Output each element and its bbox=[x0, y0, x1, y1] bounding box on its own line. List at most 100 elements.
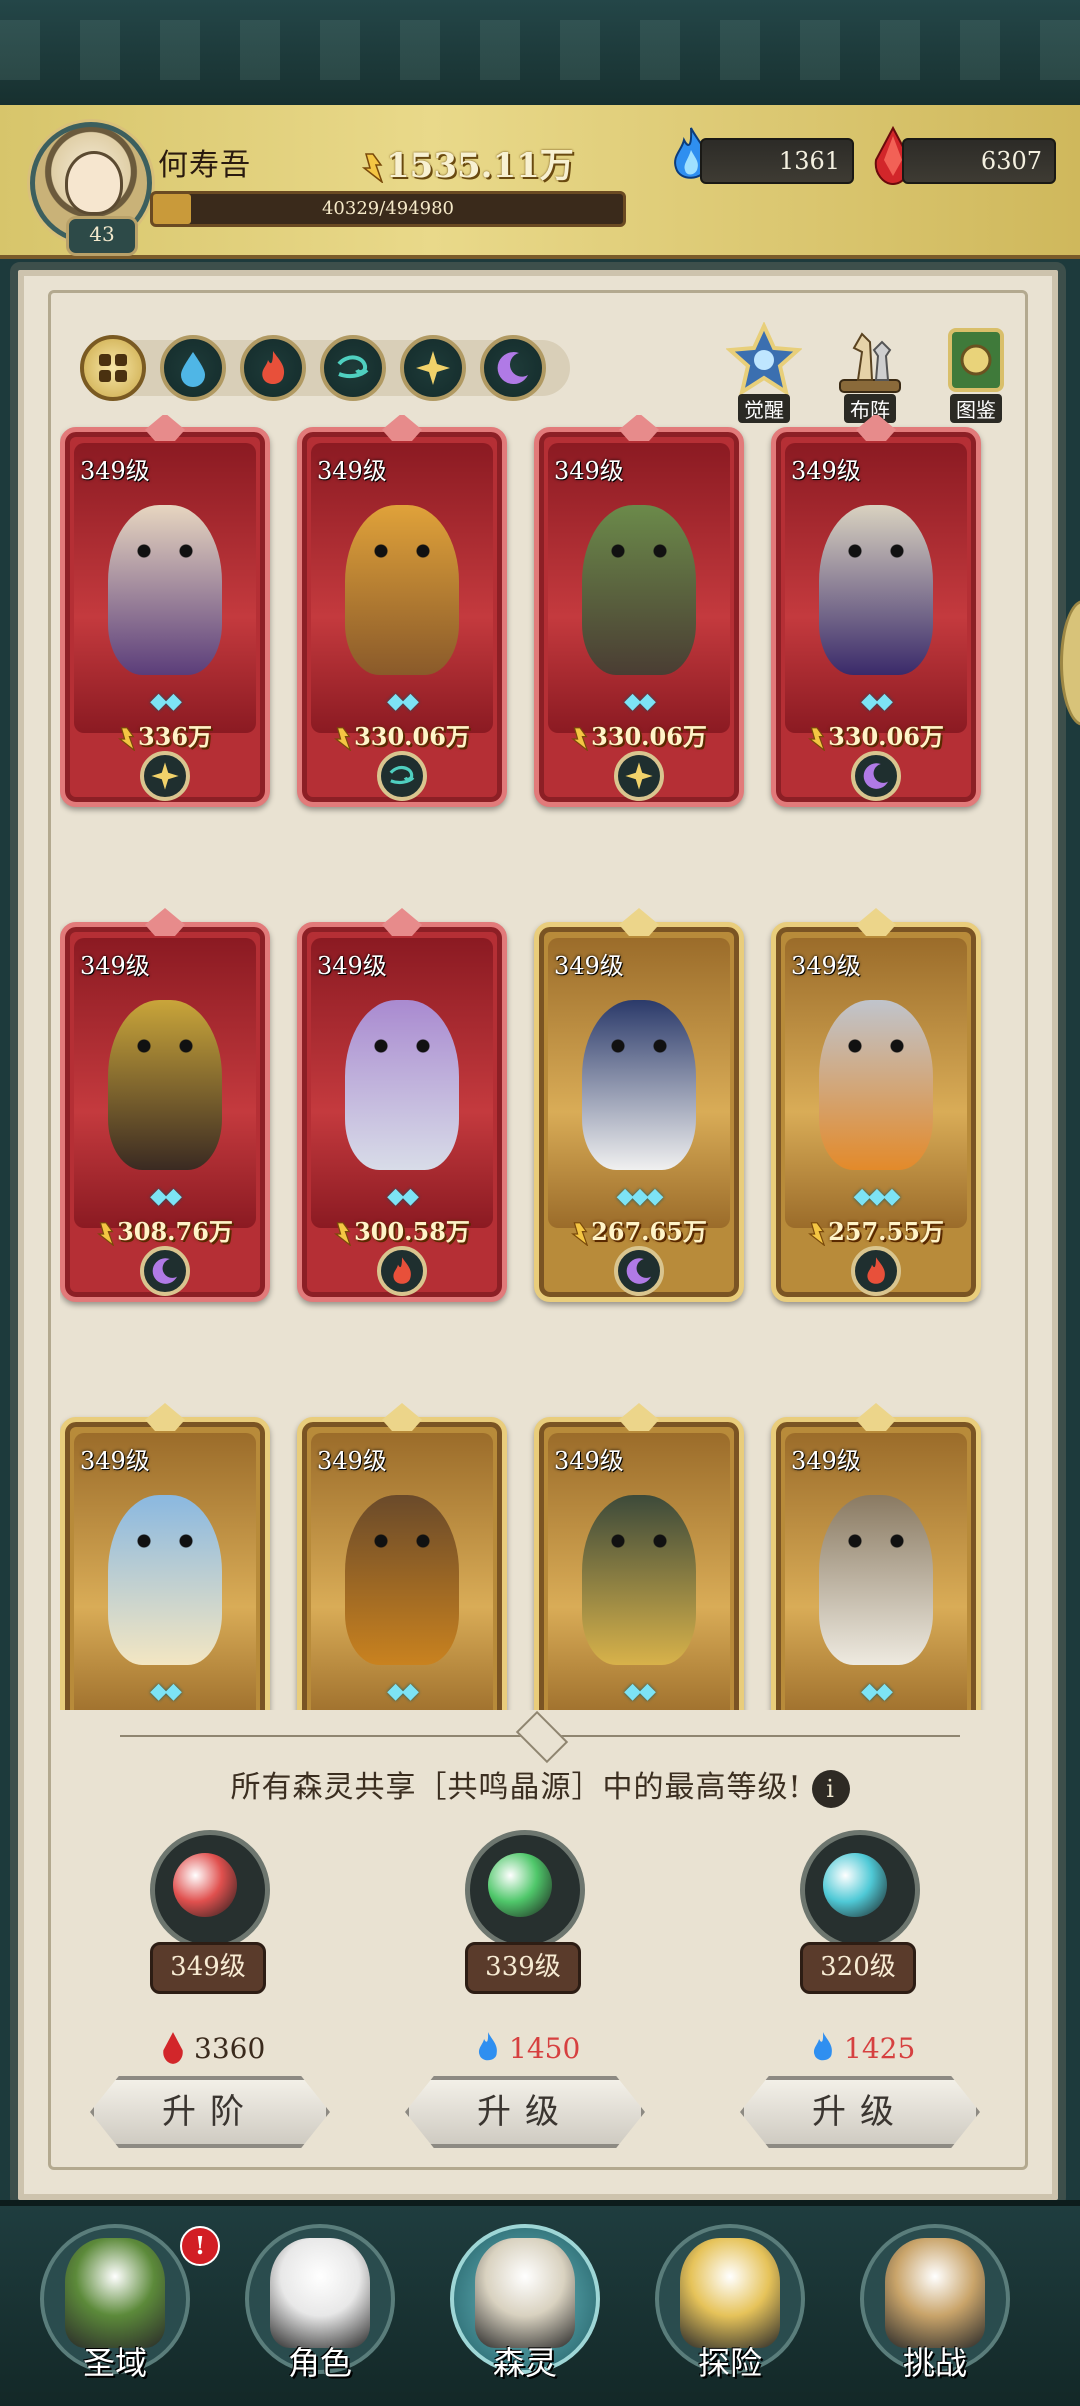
card-power-value: 300.58万 bbox=[354, 1217, 470, 1246]
upgrade-cost: 3360 bbox=[160, 2030, 265, 2066]
xp-bar: 40329/494980 bbox=[150, 191, 626, 227]
card-level: 349级 bbox=[317, 952, 387, 980]
wind-swirl-icon bbox=[333, 348, 373, 388]
nav-label: 角色 bbox=[287, 2344, 352, 2382]
nav-icon bbox=[680, 2238, 780, 2348]
card-star-gems: ◆◆ bbox=[861, 1679, 893, 1704]
upgrade-button[interactable]: 升级 bbox=[405, 2076, 645, 2148]
light-star-icon bbox=[413, 348, 453, 388]
nav-explore[interactable]: 探险 bbox=[635, 2218, 825, 2388]
card-power: 330.06万 bbox=[534, 717, 744, 752]
crystal-level: 320级 bbox=[800, 1942, 916, 1994]
card-power: 336万 bbox=[60, 717, 270, 752]
filter-tab-water[interactable] bbox=[160, 335, 226, 401]
player-level-badge: 43 bbox=[66, 216, 138, 256]
card-star-gems: ◆◆◆ bbox=[616, 1184, 664, 1209]
spirit-figure bbox=[345, 1495, 459, 1665]
gold-icon bbox=[571, 1221, 589, 1247]
card-level: 349级 bbox=[554, 457, 624, 485]
card-power-value: 330.06万 bbox=[828, 722, 944, 751]
gold-amount: 1535.11万 bbox=[386, 146, 574, 186]
light-star-icon bbox=[149, 760, 181, 792]
gold-icon bbox=[117, 726, 136, 752]
info-icon[interactable]: i bbox=[811, 1770, 850, 1808]
card-element-badge bbox=[851, 751, 901, 801]
ascend-button[interactable]: 升阶 bbox=[90, 2076, 330, 2148]
spirit-figure bbox=[819, 1000, 933, 1170]
gold-display[interactable]: 1535.11万 bbox=[362, 138, 574, 187]
filter-tab-wind[interactable] bbox=[320, 335, 386, 401]
filter-tab-dark[interactable] bbox=[480, 335, 546, 401]
card-power-value: 267.65万 bbox=[591, 1217, 707, 1246]
moon-icon bbox=[860, 760, 892, 792]
crystal-level: 339级 bbox=[465, 1942, 581, 1994]
formation-button[interactable]: 布阵 bbox=[824, 322, 916, 423]
nav-challenge[interactable]: 挑战 bbox=[840, 2218, 1030, 2388]
upgrade-cost-value: 1450 bbox=[509, 2031, 581, 2065]
spirit-figure bbox=[582, 1000, 696, 1170]
card-power-value: 330.06万 bbox=[354, 722, 470, 751]
card-element-badge bbox=[377, 1246, 427, 1296]
card-power-value: 308.76万 bbox=[117, 1217, 233, 1246]
card-star-gems: ◆◆ bbox=[150, 1679, 182, 1704]
card-power: 308.76万 bbox=[60, 1212, 270, 1247]
clover-icon bbox=[93, 348, 133, 388]
water-drop-icon bbox=[173, 348, 213, 388]
resonance-note-text: 所有森灵共享［共鸣晶源］中的最高等级! bbox=[230, 1770, 802, 1805]
awaken-button[interactable]: 觉醒 bbox=[718, 321, 810, 423]
spirit-figure bbox=[582, 505, 696, 675]
card-star-gems: ◆◆ bbox=[150, 1184, 182, 1209]
card-power-value: 336万 bbox=[137, 722, 213, 751]
upgrade-cost-value: 1425 bbox=[844, 2031, 916, 2065]
gold-icon bbox=[334, 1221, 352, 1247]
card-level: 349级 bbox=[791, 952, 861, 980]
nav-characters[interactable]: 角色 bbox=[225, 2218, 415, 2388]
upgrade-button[interactable]: 升级 bbox=[740, 2076, 980, 2148]
crystal-socket bbox=[150, 1830, 270, 1950]
spirit-figure bbox=[108, 1000, 222, 1170]
crystal-socket bbox=[465, 1830, 585, 1950]
filter-tab-light[interactable] bbox=[400, 335, 466, 401]
spirit-figure bbox=[582, 1495, 696, 1665]
spirit-figure bbox=[345, 505, 459, 675]
card-level: 349级 bbox=[317, 1447, 387, 1475]
book-icon bbox=[948, 328, 1004, 392]
card-star-gems: ◆◆ bbox=[387, 1679, 419, 1704]
card-level: 349级 bbox=[554, 1447, 624, 1475]
card-power: 330.06万 bbox=[771, 717, 981, 752]
spirit-figure bbox=[108, 505, 222, 675]
filter-tab-fire[interactable] bbox=[240, 335, 306, 401]
wind-swirl-icon bbox=[386, 760, 418, 792]
upgrade-cost: 1450 bbox=[475, 2030, 580, 2066]
card-level: 349级 bbox=[80, 1447, 150, 1475]
card-star-gems: ◆◆◆ bbox=[853, 1184, 901, 1209]
resonance-note: 所有森灵共享［共鸣晶源］中的最高等级! i bbox=[0, 1762, 1080, 1808]
light-star-icon bbox=[623, 760, 655, 792]
card-power-value: 330.06万 bbox=[591, 722, 707, 751]
xp-text: 40329/494980 bbox=[321, 198, 455, 219]
card-level: 349级 bbox=[80, 457, 150, 485]
card-element-badge bbox=[140, 751, 190, 801]
card-star-gems: ◆◆ bbox=[387, 1184, 419, 1209]
card-level: 349级 bbox=[791, 1447, 861, 1475]
nav-icon bbox=[65, 2238, 165, 2348]
card-element-badge bbox=[614, 751, 664, 801]
nav-spirits[interactable]: 森灵 bbox=[430, 2218, 620, 2388]
red-crystal-counter: 6307 bbox=[902, 138, 1056, 184]
card-star-gems: ◆◆ bbox=[861, 689, 893, 714]
card-element-badge bbox=[377, 751, 427, 801]
card-element-badge bbox=[140, 1246, 190, 1296]
crystal-orb bbox=[488, 1853, 552, 1917]
red-crystal-icon bbox=[163, 2032, 183, 2064]
moon-icon bbox=[493, 348, 533, 388]
card-star-gems: ◆◆ bbox=[150, 689, 182, 714]
spirit-card-grid: 349级 ◆◆ 336万 349级 ◆◆ 330.06万 349级 ◆◆ 330.06万 349级… bbox=[60, 415, 1020, 1710]
card-star-gems: ◆◆ bbox=[387, 689, 419, 714]
nav-icon bbox=[885, 2238, 985, 2348]
nav-label: 探险 bbox=[697, 2344, 762, 2382]
chess-piece-icon bbox=[839, 332, 901, 393]
codex-button[interactable]: 图鉴 bbox=[930, 322, 1022, 423]
card-power: 330.06万 bbox=[297, 717, 507, 752]
filter-tab-all[interactable] bbox=[80, 335, 146, 401]
gold-icon bbox=[362, 153, 384, 183]
